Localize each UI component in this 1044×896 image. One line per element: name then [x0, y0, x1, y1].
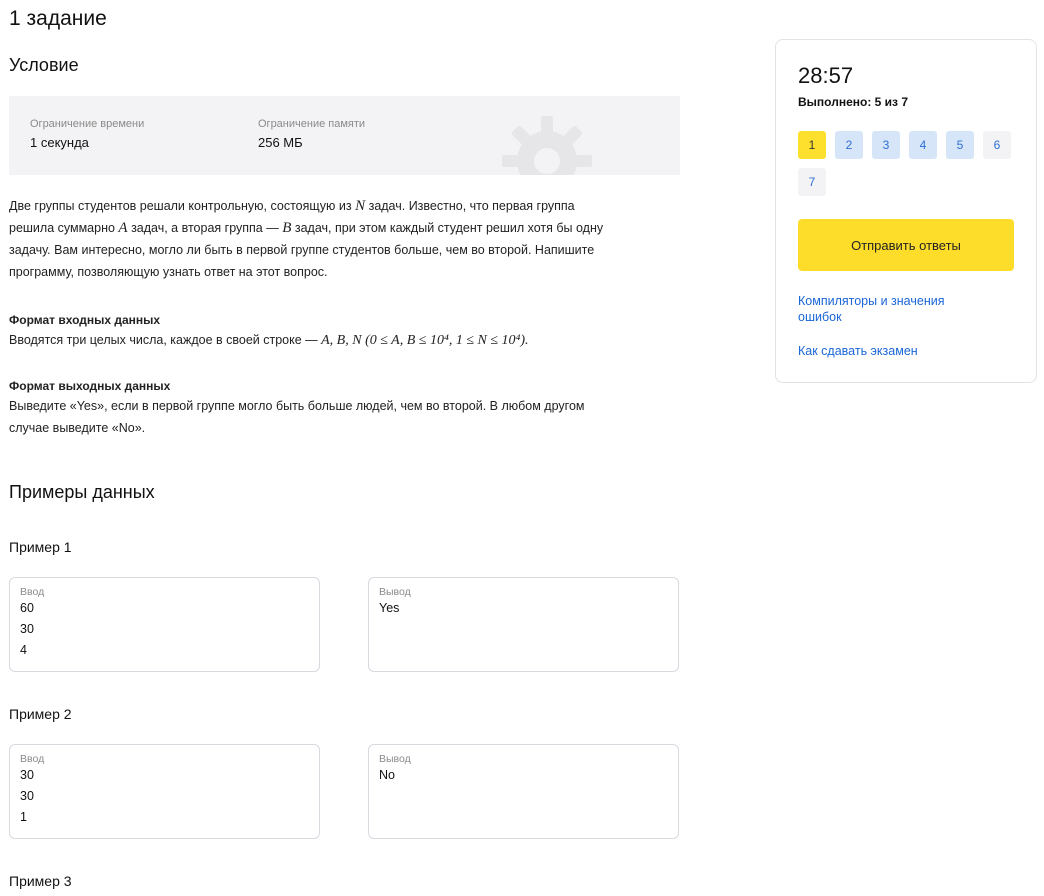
task-button-2[interactable]: 2: [835, 131, 863, 159]
example-output-label: Вывод: [379, 586, 411, 598]
statement-line: задачу. Вам интересно, могло ли быть в п…: [9, 243, 595, 257]
statement-text-part: Две группы студентов решали контрольную,…: [9, 199, 356, 213]
example-input-line: 30: [20, 768, 34, 782]
example-input-line: 1: [20, 810, 27, 824]
time-limit-value: 1 секунда: [30, 135, 89, 150]
task-button-7[interactable]: 7: [798, 168, 826, 196]
statement-text-part: задач, при этом каждый студент решил хот…: [291, 221, 604, 235]
condition-title: Условие: [9, 55, 79, 75]
page-title: 1 задание: [9, 7, 107, 30]
task-button-4[interactable]: 4: [909, 131, 937, 159]
math-var-a: A: [118, 220, 128, 236]
statement-text-part: задач, а вторая группа —: [127, 221, 283, 235]
task-button-6[interactable]: 6: [983, 131, 1011, 159]
example-output-label: Вывод: [379, 753, 411, 765]
progress-text: Выполнено: 5 из 7: [798, 95, 909, 109]
output-format-heading: Формат выходных данных: [9, 379, 171, 393]
example-input-line: 60: [20, 601, 34, 615]
time-limit-label: Ограничение времени: [30, 118, 145, 130]
math-var-n: N: [355, 198, 366, 214]
output-format: Формат выходных данных Выведите «Yes», е…: [9, 377, 681, 439]
how-to-take-exam-link[interactable]: Как сдавать экзамен: [798, 343, 988, 359]
input-format: Формат входных данных Вводятся три целых…: [9, 311, 681, 352]
submit-answers-button[interactable]: Отправить ответы: [798, 219, 1014, 271]
input-format-heading: Формат входных данных: [9, 313, 161, 327]
compilers-errors-link[interactable]: Компиляторы и значения ошибок: [798, 293, 988, 325]
example-input-box: Ввод 60 30 4: [9, 577, 320, 672]
input-format-math: A, B, N (0 ≤ A, B ≤ 10⁴, 1 ≤ N ≤ 10⁴).: [321, 333, 529, 348]
examples-title: Примеры данных: [9, 482, 155, 502]
example-input-line: 30: [20, 622, 34, 636]
example-title: Пример 1: [9, 539, 72, 555]
statement-line: решила суммарно A задач, а вторая группа…: [9, 217, 681, 239]
example-title: Пример 3: [9, 873, 72, 889]
task-button-5[interactable]: 5: [946, 131, 974, 159]
task-button-3[interactable]: 3: [872, 131, 900, 159]
page: 1 задание Условие Ограничение времени 1 …: [0, 0, 1044, 896]
output-format-line: случае выведите «No».: [9, 421, 146, 435]
statement-text-part: задач. Известно, что первая группа: [365, 199, 575, 213]
example-output-box: Вывод Yes: [368, 577, 679, 672]
memory-limit-label: Ограничение памяти: [258, 118, 366, 130]
statement-line: программу, позволяющую узнать ответ на э…: [9, 265, 328, 279]
statement-text: Две группы студентов решали контрольную,…: [9, 195, 681, 283]
example-input-line: 4: [20, 643, 27, 657]
example-input-line: 30: [20, 789, 34, 803]
example-input-label: Ввод: [20, 753, 45, 765]
example-output-box: Вывод No: [368, 744, 679, 839]
exam-status-panel: 28:57 Выполнено: 5 из 7 1 2 3 4 5 6 7 От…: [775, 39, 1037, 383]
gear-icon: [502, 116, 592, 175]
memory-limit: Ограничение памяти 256 МБ: [258, 118, 365, 150]
math-var-b: B: [282, 220, 292, 236]
memory-limit-value: 256 МБ: [258, 135, 303, 150]
limits-panel: Ограничение времени 1 секунда Ограничени…: [9, 96, 680, 175]
statement-line: Две группы студентов решали контрольную,…: [9, 195, 681, 217]
input-format-text: Вводятся три целых числа, каждое в своей…: [9, 329, 681, 352]
statement-text-part: решила суммарно: [9, 221, 119, 235]
example-title: Пример 2: [9, 706, 72, 722]
time-limit: Ограничение времени 1 секунда: [30, 118, 144, 150]
input-format-plain: Вводятся три целых числа, каждое в своей…: [9, 333, 322, 347]
output-format-line: Выведите «Yes», если в первой группе мог…: [9, 399, 585, 413]
example-input-box: Ввод 30 30 1: [9, 744, 320, 839]
task-button-1[interactable]: 1: [798, 131, 826, 159]
example-input-label: Ввод: [20, 586, 45, 598]
example-output-line: Yes: [379, 601, 400, 615]
example-output-line: No: [379, 768, 395, 782]
timer: 28:57: [798, 63, 854, 88]
